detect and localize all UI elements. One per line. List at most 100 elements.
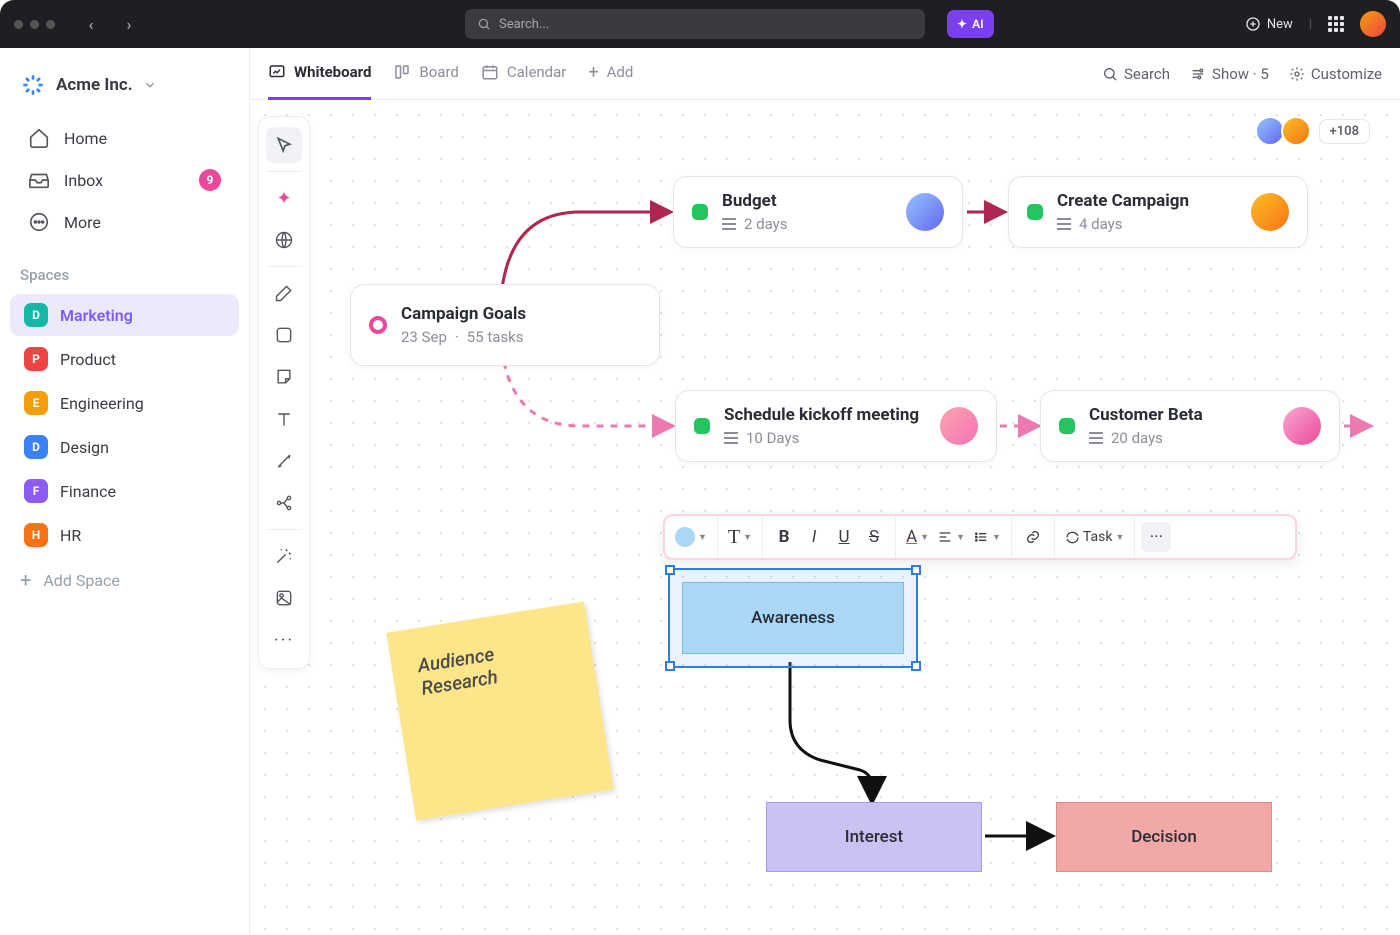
show-button[interactable]: Show · 5 — [1190, 65, 1269, 83]
list-button[interactable]: ▼ — [969, 522, 1005, 552]
tool-palette: ✦ ··· — [258, 116, 310, 669]
sidebar-item-more[interactable]: More — [8, 202, 241, 242]
space-hr[interactable]: H HR — [10, 514, 239, 556]
tool-image[interactable] — [266, 580, 302, 616]
toolbar-more-button[interactable]: ··· — [1141, 522, 1171, 552]
space-finance[interactable]: F Finance — [10, 470, 239, 512]
resize-handle[interactable] — [665, 565, 675, 575]
tool-pen[interactable] — [266, 275, 302, 311]
shape-text: Interest — [845, 827, 903, 847]
assignee-avatar[interactable] — [906, 193, 944, 231]
home-icon — [28, 127, 50, 149]
tool-more[interactable]: ··· — [266, 622, 302, 658]
link-button[interactable] — [1018, 522, 1048, 552]
workspace-switcher[interactable]: Acme Inc. — [0, 48, 249, 116]
window-controls[interactable] — [14, 20, 55, 29]
sidebar-item-label: Home — [64, 129, 107, 148]
shape-interest[interactable]: Interest — [766, 802, 982, 872]
tool-connector[interactable] — [266, 443, 302, 479]
align-button[interactable]: ▼ — [933, 522, 969, 552]
tool-text[interactable] — [266, 401, 302, 437]
italic-button[interactable]: I — [799, 522, 829, 552]
shape-decision[interactable]: Decision — [1056, 802, 1272, 872]
status-open-icon — [369, 316, 387, 334]
pen-icon — [274, 283, 294, 303]
globe-icon — [274, 230, 294, 250]
list-icon — [724, 432, 738, 444]
ai-button[interactable]: ✦ AI — [947, 10, 994, 38]
whiteboard-canvas[interactable]: +108 ✦ ··· — [250, 100, 1400, 935]
tool-web[interactable] — [266, 222, 302, 258]
tool-shape[interactable] — [266, 317, 302, 353]
text-color-button[interactable]: A▼ — [902, 522, 933, 552]
customize-button[interactable]: Customize — [1289, 65, 1382, 83]
sidebar-item-home[interactable]: Home — [8, 118, 241, 158]
resize-handle[interactable] — [911, 565, 921, 575]
space-marketing[interactable]: D Marketing — [10, 294, 239, 336]
assignee-avatar[interactable] — [1251, 193, 1289, 231]
new-button[interactable]: New — [1245, 16, 1293, 32]
space-product[interactable]: P Product — [10, 338, 239, 380]
tool-ai[interactable]: ✦ — [266, 180, 302, 216]
sticky-icon — [274, 367, 294, 387]
font-button[interactable]: T▼ — [724, 522, 756, 552]
tab-board[interactable]: Board — [393, 48, 458, 100]
apps-grid-icon[interactable] — [1328, 16, 1344, 32]
sidebar-item-inbox[interactable]: Inbox 9 — [8, 160, 241, 200]
card-duration: 4 days — [1079, 215, 1123, 233]
card-duration: 10 Days — [746, 429, 799, 447]
workspace-name: Acme Inc. — [56, 75, 133, 95]
sticky-note[interactable]: Audience Research — [386, 602, 613, 821]
connector-icon — [274, 451, 294, 471]
tab-add[interactable]: + Add — [588, 48, 633, 100]
card-meta: 23 Sep · 55 tasks — [401, 328, 526, 346]
nav-forward-button[interactable]: › — [117, 15, 141, 34]
tool-sticky[interactable] — [266, 359, 302, 395]
search-icon — [477, 17, 491, 31]
sparkle-icon: ✦ — [957, 17, 967, 31]
card-schedule-kickoff[interactable]: Schedule kickoff meeting 10 Days — [675, 390, 997, 462]
resize-handle[interactable] — [911, 661, 921, 671]
card-budget[interactable]: Budget 2 days — [673, 176, 963, 248]
list-icon — [722, 218, 736, 230]
strike-button[interactable]: S — [859, 522, 889, 552]
card-campaign-goals[interactable]: Campaign Goals 23 Sep · 55 tasks — [350, 284, 660, 366]
search-button[interactable]: Search — [1102, 65, 1170, 83]
tab-label: Calendar — [507, 63, 567, 81]
tab-whiteboard[interactable]: Whiteboard — [268, 48, 371, 100]
add-space-button[interactable]: + Add Space — [0, 558, 249, 602]
tab-label: Whiteboard — [294, 63, 371, 81]
space-badge: D — [24, 435, 48, 459]
tab-label: Add — [607, 63, 634, 81]
resize-handle[interactable] — [665, 661, 675, 671]
assignee-avatar[interactable] — [940, 407, 978, 445]
card-create-campaign[interactable]: Create Campaign 4 days — [1008, 176, 1308, 248]
status-dot — [692, 204, 708, 220]
tool-pointer[interactable] — [266, 127, 302, 163]
global-search-input[interactable]: Search... — [465, 9, 925, 39]
list-icon — [1057, 218, 1071, 230]
card-customer-beta[interactable]: Customer Beta 20 days — [1040, 390, 1340, 462]
assignee-avatar[interactable] — [1283, 407, 1321, 445]
card-tasks: 55 tasks — [467, 328, 524, 346]
presence-stack[interactable]: +108 — [1267, 116, 1370, 146]
more-icon — [28, 211, 50, 233]
shape-awareness[interactable]: Awareness — [682, 582, 904, 654]
underline-button[interactable]: U — [829, 522, 859, 552]
board-icon — [393, 63, 411, 81]
tool-magic[interactable] — [266, 538, 302, 574]
space-design[interactable]: D Design — [10, 426, 239, 468]
tab-calendar[interactable]: Calendar — [481, 48, 567, 100]
bold-button[interactable]: B — [769, 522, 799, 552]
presence-avatar[interactable] — [1281, 116, 1311, 146]
space-engineering[interactable]: E Engineering — [10, 382, 239, 424]
chevron-down-icon — [143, 78, 157, 92]
nav-back-button[interactable]: ‹ — [79, 15, 103, 34]
user-avatar[interactable] — [1360, 11, 1386, 37]
fill-color-button[interactable]: ▼ — [671, 522, 711, 552]
card-duration: 20 days — [1111, 429, 1163, 447]
convert-task-button[interactable]: Task▼ — [1061, 522, 1128, 552]
plus-icon: + — [588, 62, 598, 83]
presence-more[interactable]: +108 — [1319, 119, 1370, 144]
tool-mindmap[interactable] — [266, 485, 302, 521]
